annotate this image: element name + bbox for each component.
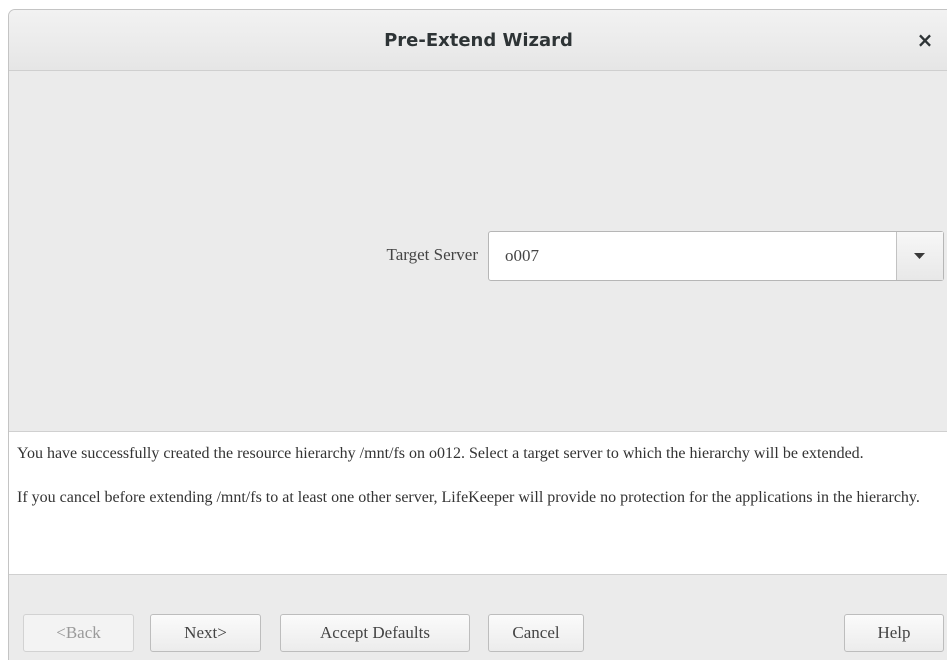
window-title: Pre-Extend Wizard [384, 30, 573, 51]
dropdown-button[interactable] [896, 232, 943, 280]
next-button[interactable]: Next> [150, 614, 261, 652]
target-server-value: o007 [505, 246, 539, 265]
message-paragraph-1: You have successfully created the resour… [17, 445, 864, 462]
title-bar: Pre-Extend Wizard × [9, 10, 947, 71]
target-server-label: Target Server [386, 245, 478, 264]
wizard-content: Target Server o007 [9, 71, 947, 431]
pre-extend-wizard-dialog: Pre-Extend Wizard × Target Server o007 Y… [8, 9, 947, 660]
back-button[interactable]: <Back [23, 614, 134, 652]
accept-defaults-button[interactable]: Accept Defaults [280, 614, 470, 652]
help-button[interactable]: Help [844, 614, 944, 652]
cancel-button[interactable]: Cancel [488, 614, 584, 652]
close-icon[interactable]: × [914, 29, 936, 51]
message-panel: You have successfully created the resour… [9, 431, 947, 575]
caret-down-icon [914, 253, 925, 259]
target-server-combobox[interactable]: o007 [488, 231, 944, 281]
message-paragraph-2: If you cancel before extending /mnt/fs t… [17, 489, 920, 506]
